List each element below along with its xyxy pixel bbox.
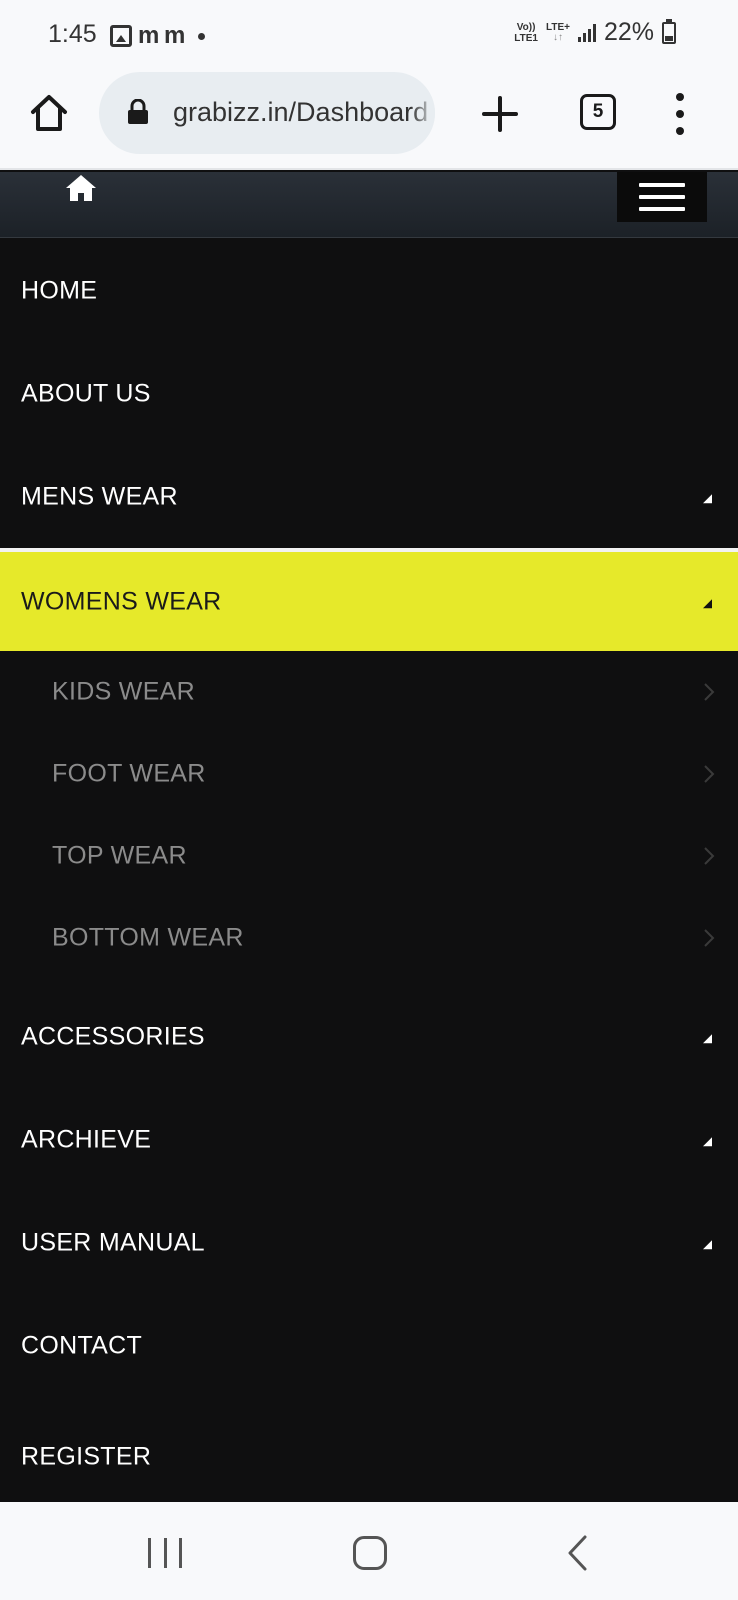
volte-indicator: Vo)) LTE1 bbox=[514, 22, 538, 44]
nav-item-label: MENS WEAR bbox=[21, 482, 178, 510]
site-home-icon[interactable] bbox=[64, 172, 98, 202]
submenu-caret-icon bbox=[703, 598, 712, 608]
chevron-right-icon bbox=[704, 683, 715, 701]
browser-toolbar: grabizz.in/Dashboard 5 bbox=[0, 70, 738, 170]
nav-item-user-manual[interactable]: USER MANUAL bbox=[0, 1191, 738, 1294]
submenu-caret-icon bbox=[703, 1033, 712, 1043]
signal-strength-icon bbox=[577, 23, 596, 42]
submenu-caret-icon bbox=[703, 1136, 712, 1146]
hamburger-line bbox=[639, 195, 685, 199]
system-navigation-bar bbox=[0, 1502, 738, 1600]
nav-item-contact[interactable]: CONTACT bbox=[0, 1294, 738, 1397]
m-notification-icon: m m bbox=[138, 22, 185, 49]
subnav-item-kids-wear[interactable]: KIDS WEAR bbox=[0, 651, 738, 733]
recents-button-icon[interactable] bbox=[148, 1538, 182, 1568]
home-icon bbox=[31, 95, 67, 131]
tab-count: 5 bbox=[592, 101, 604, 122]
submenu-caret-icon bbox=[703, 1239, 712, 1249]
status-right-icons: Vo)) LTE1 LTE+ ↓↑ 22% bbox=[514, 18, 676, 47]
lte1-label: LTE1 bbox=[514, 32, 538, 44]
nav-item-home[interactable]: HOME bbox=[0, 239, 738, 342]
address-bar[interactable]: grabizz.in/Dashboard bbox=[99, 72, 435, 154]
more-vert-icon[interactable] bbox=[668, 93, 692, 135]
nav-item-label: REGISTER bbox=[21, 1442, 152, 1471]
hamburger-menu-button[interactable] bbox=[617, 172, 707, 222]
volte-label: Vo)) bbox=[516, 21, 536, 33]
lte-indicator: LTE+ ↓↑ bbox=[546, 22, 570, 43]
subnav-item-foot-wear[interactable]: FOOT WEAR bbox=[0, 733, 738, 815]
nav-item-label: ARCHIEVE bbox=[21, 1125, 152, 1153]
lock-icon bbox=[128, 99, 148, 124]
subnav-item-label: KIDS WEAR bbox=[52, 677, 195, 706]
back-button-icon[interactable] bbox=[566, 1534, 588, 1572]
chevron-right-icon bbox=[704, 765, 715, 783]
subnav-item-bottom-wear[interactable]: BOTTOM WEAR bbox=[0, 897, 738, 979]
url-text[interactable]: grabizz.in/Dashboard bbox=[173, 97, 428, 128]
hamburger-line bbox=[639, 207, 685, 211]
subnav-item-top-wear[interactable]: TOP WEAR bbox=[0, 815, 738, 897]
data-arrows-icon: ↓↑ bbox=[552, 32, 563, 43]
battery-percentage: 22% bbox=[603, 18, 654, 46]
nav-item-accessories[interactable]: ACCESSORIES bbox=[0, 985, 738, 1088]
nav-item-label: WOMENS WEAR bbox=[21, 587, 222, 615]
url-fade bbox=[411, 72, 435, 154]
submenu-caret-icon bbox=[703, 493, 712, 503]
more-notifications-dot-icon bbox=[198, 32, 206, 40]
nav-item-label: ACCESSORIES bbox=[21, 1022, 205, 1050]
chevron-right-icon bbox=[704, 847, 715, 865]
nav-item-label: CONTACT bbox=[21, 1331, 143, 1359]
status-time: 1:45 bbox=[48, 20, 97, 48]
womens-wear-submenu: KIDS WEAR FOOT WEAR TOP WEAR BOTTOM WEAR bbox=[0, 651, 738, 985]
site-nav-menu: HOME ABOUT US MENS WEAR WOMENS WEAR KIDS… bbox=[0, 239, 738, 1501]
nav-item-label: USER MANUAL bbox=[21, 1228, 205, 1256]
battery-icon bbox=[662, 18, 676, 44]
chevron-right-icon bbox=[704, 929, 715, 947]
site-header bbox=[0, 172, 738, 238]
notification-icons: m m bbox=[110, 22, 206, 50]
system-home-button-icon[interactable] bbox=[353, 1536, 387, 1570]
hamburger-line bbox=[639, 183, 685, 187]
nav-item-label: HOME bbox=[21, 276, 98, 304]
tabs-button[interactable]: 5 bbox=[580, 94, 616, 130]
plus-icon bbox=[482, 96, 518, 132]
nav-item-archieve[interactable]: ARCHIEVE bbox=[0, 1088, 738, 1191]
browser-home-button[interactable] bbox=[28, 92, 70, 134]
nav-item-about-us[interactable]: ABOUT US bbox=[0, 342, 738, 445]
nav-item-label: ABOUT US bbox=[21, 379, 151, 407]
subnav-item-label: TOP WEAR bbox=[52, 841, 187, 870]
new-tab-button[interactable] bbox=[478, 92, 522, 136]
gallery-notification-icon bbox=[110, 25, 132, 47]
nav-item-womens-wear[interactable]: WOMENS WEAR bbox=[0, 548, 738, 651]
status-bar: 1:45 m m Vo)) LTE1 LTE+ ↓↑ 22% bbox=[0, 0, 738, 70]
nav-item-register[interactable]: REGISTER bbox=[0, 1397, 738, 1501]
subnav-item-label: BOTTOM WEAR bbox=[52, 923, 244, 952]
subnav-item-label: FOOT WEAR bbox=[52, 759, 206, 788]
nav-item-mens-wear[interactable]: MENS WEAR bbox=[0, 445, 738, 548]
